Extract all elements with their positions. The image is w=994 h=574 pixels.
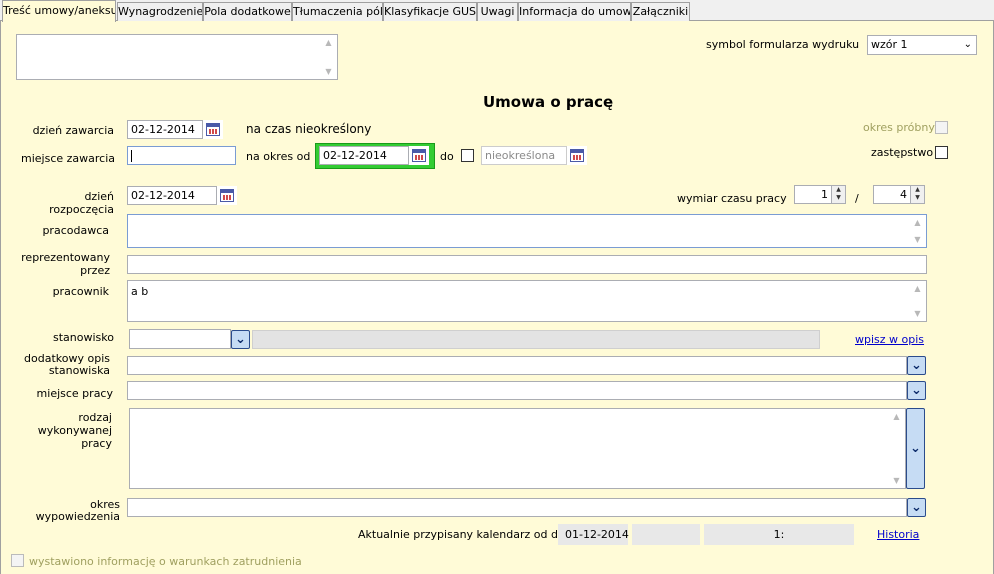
calendar-icon [567, 146, 587, 165]
rodzaj-label-3: pracy [81, 437, 112, 450]
pracownik-label: pracownik [52, 285, 109, 298]
reprezentowany-label-2: przez [80, 264, 110, 277]
tab-pola-dodatkowe[interactable]: Pola dodatkowe [203, 2, 292, 21]
chevron-down-icon[interactable]: ⌄ [906, 408, 925, 489]
dodatkowy-opis-label-2: stanowiska [48, 364, 110, 377]
tab-uwagi[interactable]: Uwagi [477, 2, 518, 21]
stanowisko-input[interactable] [129, 329, 231, 349]
rodzaj-scrollbar[interactable]: ▲ ▼ [888, 409, 905, 488]
top-memo[interactable]: ▲ ▼ [16, 34, 338, 80]
zastepstwo-label: zastępstwo [871, 146, 934, 159]
reprezentowany-label-1: reprezentowany [21, 251, 110, 264]
dzien-zawarcia-input[interactable]: 02-12-2014 [127, 120, 203, 139]
tab-strip: Treść umowy/aneksu Wynagrodzenie Pola do… [0, 0, 994, 22]
chevron-down-icon[interactable]: ⌄ [907, 356, 926, 375]
do-checkbox[interactable] [461, 149, 474, 162]
print-form-value: wzór 1 [871, 38, 908, 51]
rodzaj-label-1: rodzaj [78, 411, 112, 424]
stanowisko-label: stanowisko [53, 331, 114, 344]
do-input: nieokreślona [481, 146, 567, 165]
tab-zalaczniki[interactable]: Załączniki [631, 2, 690, 21]
historia-link[interactable]: Historia [877, 528, 919, 541]
stanowisko-description-field [252, 330, 820, 349]
tab-wynagrodzenie[interactable]: Wynagrodzenie [117, 2, 203, 21]
tab-tlumaczenia-pol[interactable]: Tłumaczenia pól [292, 2, 383, 21]
pracownik-value: a b [131, 285, 149, 298]
okres-od-input[interactable]: 02-12-2014 [319, 146, 409, 165]
okres-wypowiedzenia-input[interactable] [127, 498, 907, 517]
do-label: do [440, 150, 454, 163]
okres-probny-label: okres próbny [863, 121, 935, 134]
kalendarz-field-3: 1: [704, 524, 854, 545]
wymiar-label: wymiar czasu pracy [677, 192, 787, 205]
pracodawca-label: pracodawca [42, 224, 109, 237]
miejsce-zawarcia-input[interactable] [127, 146, 236, 165]
chevron-down-icon[interactable]: ⌄ [907, 381, 926, 400]
tab-informacja-do-umowy[interactable]: Informacja do umowy [518, 2, 631, 21]
wymiar-separator: / [855, 192, 859, 205]
page-title: Umowa o pracę [483, 93, 614, 111]
rodzaj-input[interactable]: ▲ ▼ [129, 408, 906, 489]
pracodawca-input[interactable]: ▲ ▼ [127, 214, 927, 248]
pracownik-input[interactable]: a b ▲ ▼ [127, 280, 927, 322]
chevron-down-icon[interactable]: ⌄ [231, 330, 250, 349]
calendar-icon[interactable] [409, 146, 429, 165]
rodzaj-label-2: wykonywanej [37, 424, 112, 437]
chevron-down-icon[interactable]: ⌄ [907, 498, 926, 517]
calendar-icon[interactable] [217, 186, 237, 205]
tab-tresc-umowy[interactable]: Treść umowy/aneksu [2, 0, 116, 22]
print-form-label: symbol formularza wydruku [706, 38, 860, 51]
kalendarz-label: Aktualnie przypisany kalendarz od dnia [358, 528, 575, 541]
okres-od-label: na okres od [246, 150, 311, 163]
dzien-zawarcia-label: dzień zawarcia [32, 124, 114, 137]
kalendarz-field-2 [632, 524, 700, 545]
memo-scrollbar[interactable]: ▲ ▼ [320, 35, 337, 79]
tab-klasyfikacje-gus[interactable]: Klasyfikacje GUS [383, 2, 477, 21]
miejsce-pracy-label: miejsce pracy [36, 387, 113, 400]
dzien-rozpoczecia-label-1: dzień [84, 190, 114, 203]
text-cursor [131, 150, 132, 162]
dzien-rozpoczecia-label-2: rozpoczęcia [49, 203, 114, 216]
okres-probny-checkbox [935, 121, 948, 134]
reprezentowany-input[interactable] [127, 255, 927, 274]
kalendarz-date: 01-12-2014 [558, 524, 629, 545]
czas-nieokreslony-text: na czas nieokreślony [246, 122, 372, 136]
dzien-rozpoczecia-input[interactable]: 02-12-2014 [127, 186, 217, 205]
miejsce-pracy-input[interactable] [127, 381, 907, 400]
miejsce-zawarcia-label: miejsce zawarcia [21, 152, 116, 165]
wpisz-w-opis-link[interactable]: wpisz w opis [855, 333, 924, 346]
wymiar-den-spinner[interactable]: ▲ ▼ [910, 186, 924, 203]
calendar-icon[interactable] [203, 120, 223, 139]
pracodawca-scrollbar[interactable]: ▲ ▼ [909, 215, 926, 247]
contract-panel: ▲ ▼ symbol formularza wydruku wzór 1 ⌄ Um… [0, 21, 994, 574]
print-form-select[interactable]: wzór 1 ⌄ [867, 35, 977, 55]
dodatkowy-opis-input[interactable] [127, 356, 907, 375]
okres-wypowiedzenia-label-2: wypowiedzenia [35, 510, 120, 523]
wystawiono-checkbox [11, 554, 24, 567]
chevron-down-icon: ⌄ [963, 39, 972, 50]
wymiar-num-spinner[interactable]: ▲ ▼ [831, 186, 845, 203]
pracownik-scrollbar[interactable]: ▲ ▼ [909, 281, 926, 321]
zastepstwo-checkbox[interactable] [935, 146, 948, 159]
wystawiono-label: wystawiono informację o warunkach zatrud… [29, 555, 302, 568]
